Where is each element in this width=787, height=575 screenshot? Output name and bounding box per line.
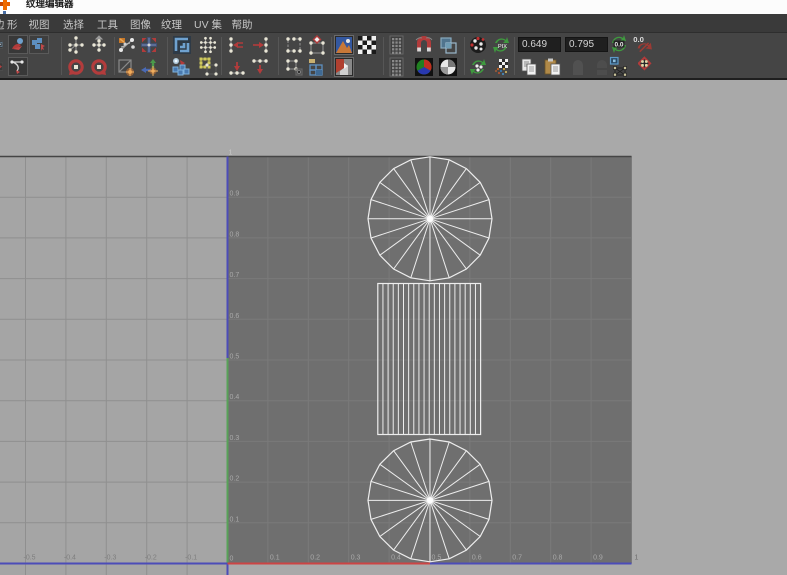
svg-text:0.6: 0.6 [230, 313, 240, 320]
svg-text:0.9: 0.9 [230, 191, 240, 198]
svg-text:1: 1 [229, 150, 233, 157]
svg-text:0.1: 0.1 [230, 516, 240, 523]
svg-text:-0.1: -0.1 [185, 555, 197, 562]
svg-text:0.2: 0.2 [310, 555, 320, 562]
svg-text:0.4: 0.4 [391, 555, 401, 562]
svg-text:0.1: 0.1 [270, 555, 280, 562]
svg-text:-0.5: -0.5 [24, 555, 36, 562]
svg-text:0.3: 0.3 [230, 435, 240, 442]
svg-text:-0.4: -0.4 [64, 555, 76, 562]
svg-text:0: 0 [230, 556, 234, 563]
svg-text:0.8: 0.8 [230, 231, 240, 238]
svg-text:0.7: 0.7 [512, 555, 522, 562]
svg-text:0.4: 0.4 [230, 394, 240, 401]
svg-text:-0.2: -0.2 [145, 555, 157, 562]
svg-text:0.3: 0.3 [351, 555, 361, 562]
svg-text:0.0: 0.0 [633, 34, 644, 43]
svg-text:0.8: 0.8 [553, 555, 563, 562]
svg-text:1: 1 [635, 555, 639, 562]
svg-text:0.0: 0.0 [615, 41, 624, 48]
svg-text:0.5: 0.5 [230, 354, 240, 361]
svg-text:0.7: 0.7 [230, 272, 240, 279]
svg-text:0.6: 0.6 [472, 555, 482, 562]
svg-text:-0.3: -0.3 [104, 555, 116, 562]
svg-text:0.2: 0.2 [230, 476, 240, 483]
svg-text:0.9: 0.9 [593, 555, 603, 562]
svg-text:PIX: PIX [498, 44, 507, 50]
